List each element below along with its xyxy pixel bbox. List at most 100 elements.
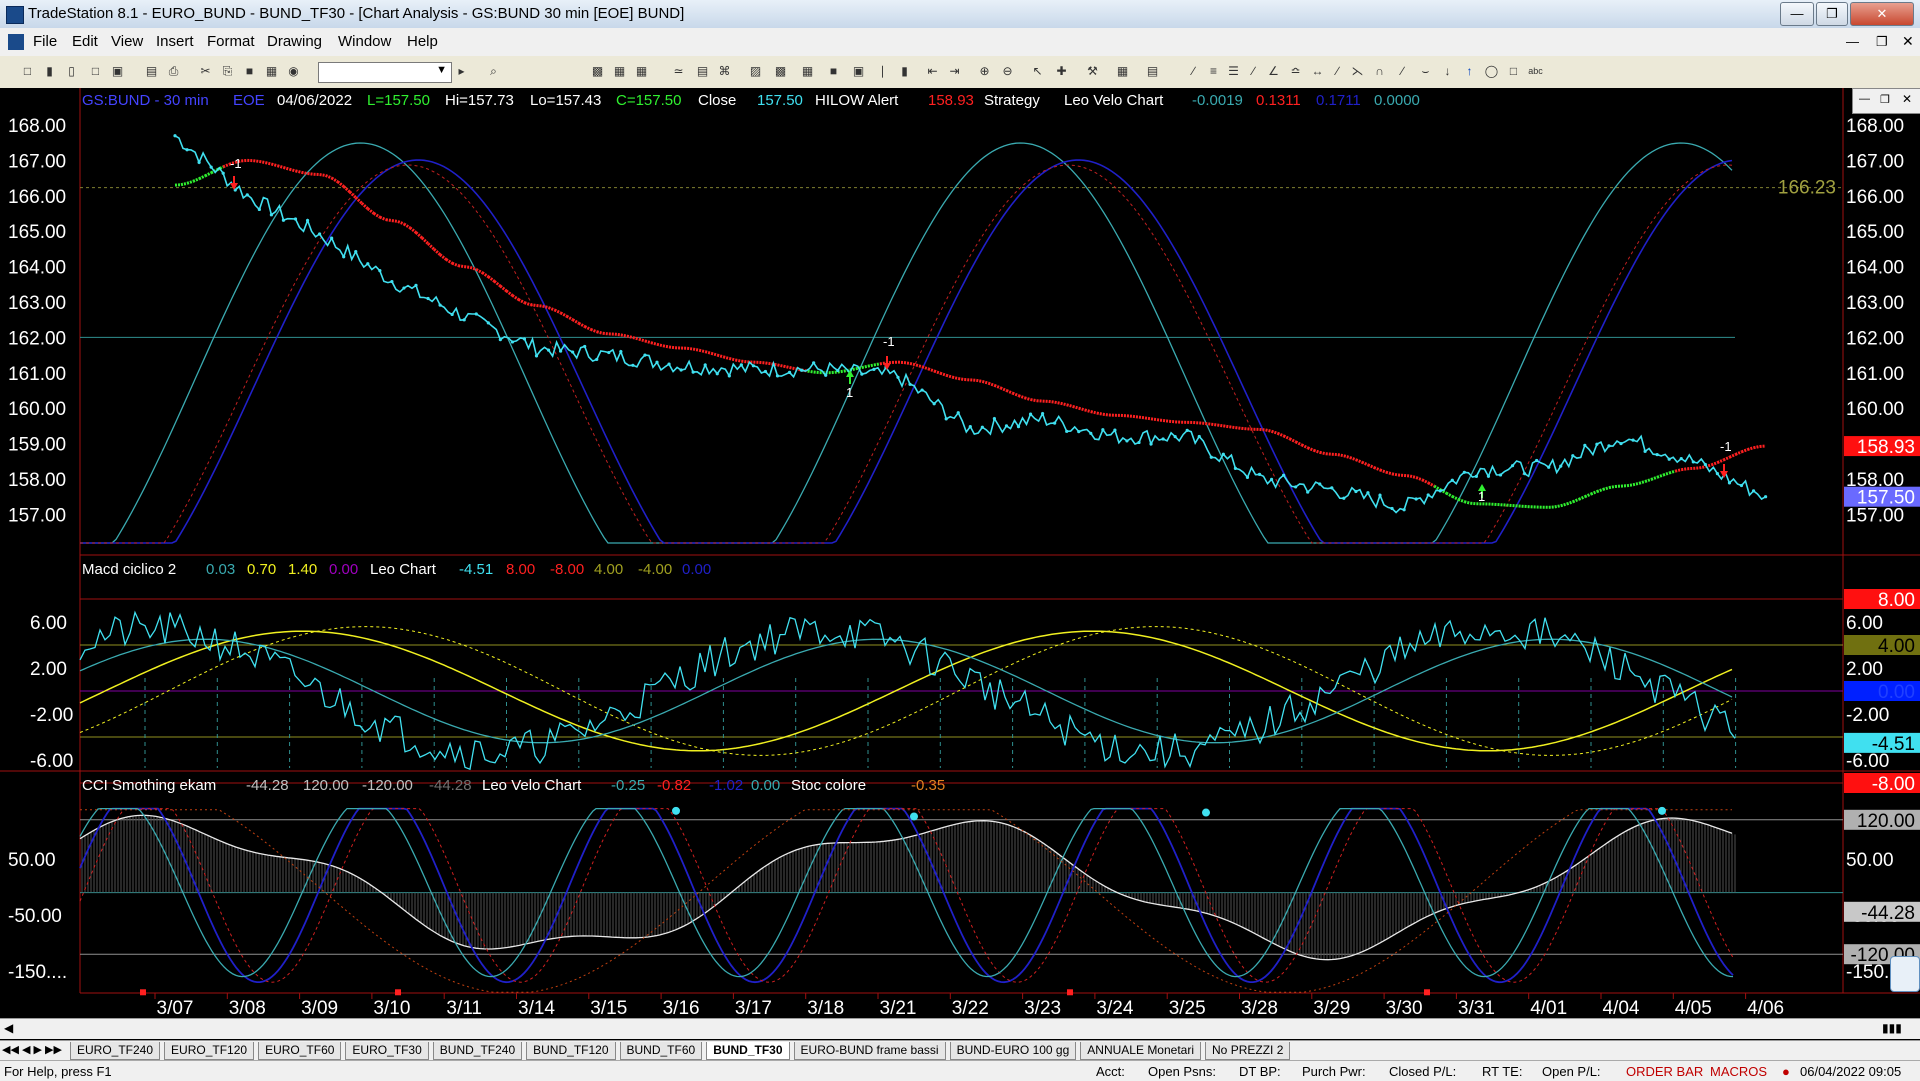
tab-bund-euro-100-gg[interactable]: BUND-EURO 100 gg — [950, 1042, 1077, 1060]
zoom-out-icon[interactable]: ⊖ — [1000, 64, 1015, 79]
zoom-in-icon[interactable]: ⊕ — [977, 64, 992, 79]
globe-icon[interactable]: ◉ — [286, 64, 301, 79]
trendline-icon[interactable]: ∕ — [1186, 64, 1201, 79]
tab-bund-tf240[interactable]: BUND_TF240 — [433, 1042, 522, 1060]
fib-icon[interactable]: ☰ — [1226, 64, 1241, 79]
ellipse-icon[interactable]: ◯ — [1484, 64, 1499, 79]
menu-format[interactable]: Format — [207, 33, 255, 50]
matrix-icon[interactable]: ▦ — [634, 64, 649, 79]
lock-icon[interactable]: ■ — [242, 64, 257, 79]
print-icon[interactable]: ⎙ — [166, 64, 181, 79]
tab-bund-tf60[interactable]: BUND_TF60 — [620, 1042, 703, 1060]
scanner-icon[interactable]: ≃ — [671, 64, 686, 79]
tab-euro-tf120[interactable]: EURO_TF120 — [164, 1042, 254, 1060]
menu-file[interactable]: File — [33, 33, 57, 50]
chart-canvas[interactable]: -11-11-1 168.00167.00166.00165.00164.001… — [0, 88, 1920, 1040]
insert-study-icon[interactable]: ▦ — [1115, 64, 1130, 79]
tab-euro-tf30[interactable]: EURO_TF30 — [345, 1042, 428, 1060]
chart-analysis-icon[interactable]: ▩ — [590, 64, 605, 79]
scroll-left-icon[interactable]: ⇤ — [925, 64, 940, 79]
price-point — [969, 425, 972, 428]
macros-button[interactable]: MACROS — [1710, 1064, 1767, 1079]
cut-icon[interactable]: ✂ — [198, 64, 213, 79]
tab-annuale-monetari[interactable]: ANNUALE Monetari — [1080, 1042, 1201, 1060]
symbol-dropdown[interactable]: ▼ — [318, 62, 452, 83]
hilow-segment-green — [205, 173, 211, 176]
order-bar-button[interactable]: ORDER BAR — [1626, 1064, 1703, 1079]
cycle-icon[interactable]: ∩ — [1372, 64, 1387, 79]
mdi-close-icon[interactable]: ✕ — [1902, 33, 1914, 50]
horizontal-scrollbar[interactable]: ◀ ▮▮▮ — [0, 1018, 1920, 1039]
regression-icon[interactable]: ≏ — [1288, 64, 1303, 79]
tab-bund-tf30[interactable]: BUND_TF30 — [706, 1042, 789, 1060]
close-button[interactable]: ✕ — [1850, 2, 1914, 26]
price-point — [499, 338, 502, 341]
tab-no-prezzi-2[interactable]: No PREZZI 2 — [1205, 1042, 1290, 1060]
gann-icon[interactable]: ∠ — [1266, 64, 1281, 79]
options-icon[interactable]: ⌘ — [717, 64, 732, 79]
chart-window-icon[interactable] — [8, 34, 24, 50]
angle-icon[interactable]: ∕ — [1330, 64, 1345, 79]
scroll-left-arrow-icon[interactable]: ◀ — [4, 1021, 13, 1035]
arrow-down-icon[interactable]: ↓ — [1440, 64, 1455, 79]
format-icon[interactable]: ▤ — [1145, 64, 1160, 79]
crosshair-icon[interactable]: ✚ — [1054, 64, 1069, 79]
tab-bund-tf120[interactable]: BUND_TF120 — [526, 1042, 615, 1060]
scroll-right-icon[interactable]: ⇥ — [947, 64, 962, 79]
pointer-icon[interactable]: ↖ — [1030, 64, 1045, 79]
inner-close-icon[interactable]: ✕ — [1902, 92, 1912, 106]
tab-nav-icon[interactable]: ◀◀ ◀ ▶ ▶▶ — [2, 1043, 62, 1056]
speed-lines-icon[interactable]: ⋋ — [1350, 64, 1365, 79]
inner-restore-icon[interactable]: ❐ — [1880, 93, 1890, 106]
tab-euro-tf60[interactable]: EURO_TF60 — [258, 1042, 341, 1060]
mdi-minimize-icon[interactable]: — — [1846, 34, 1859, 49]
chart-window[interactable]: -11-11-1 168.00167.00166.00165.00164.001… — [0, 88, 1920, 1040]
menu-window[interactable]: Window — [338, 33, 391, 50]
open-icon[interactable]: ▮ — [42, 64, 57, 79]
curve-icon[interactable]: ⌣ — [1418, 64, 1433, 79]
minimize-button[interactable]: — — [1780, 2, 1814, 26]
save-icon[interactable]: ▣ — [110, 64, 125, 79]
hilow-segment-red — [1073, 406, 1079, 408]
hotlist-icon[interactable]: ▤ — [695, 64, 710, 79]
print-preview-icon[interactable]: ▤ — [144, 64, 159, 79]
menu-drawing[interactable]: Drawing — [267, 33, 322, 50]
maximize-button[interactable]: ❐ — [1816, 2, 1848, 26]
tab-euro-bund-frame-bassi[interactable]: EURO-BUND frame bassi — [794, 1042, 946, 1060]
horizontal-icon[interactable]: ↔ — [1310, 64, 1325, 79]
chevron-right-icon[interactable]: ▸ — [454, 64, 469, 79]
copy-icon[interactable]: ⎘ — [220, 64, 235, 79]
bar-chart-icon[interactable]: ∣ — [875, 64, 890, 79]
inner-minimize-icon[interactable]: — — [1859, 93, 1870, 105]
new-icon[interactable]: □ — [20, 64, 35, 79]
text-icon[interactable]: abc — [1528, 64, 1543, 79]
hlines-icon[interactable]: ≡ — [1206, 64, 1221, 79]
zoom-icon[interactable]: ⌕ — [486, 64, 501, 79]
menu-view[interactable]: View — [111, 33, 143, 50]
arrow-up-icon[interactable]: ↑ — [1462, 64, 1477, 79]
orders-icon[interactable]: ▦ — [800, 64, 815, 79]
menu-help[interactable]: Help — [407, 33, 438, 50]
mdi-restore-icon[interactable]: ❐ — [1876, 34, 1888, 50]
price-point — [1282, 474, 1285, 477]
pen-icon[interactable]: ∕ — [1395, 64, 1410, 79]
alerts-icon[interactable]: ▩ — [773, 64, 788, 79]
menu-edit[interactable]: Edit — [72, 33, 98, 50]
tools-icon[interactable]: ⚒ — [1085, 64, 1100, 79]
hilow-segment-red — [1133, 416, 1139, 417]
paste-icon[interactable]: ▦ — [264, 64, 279, 79]
candle-icon[interactable]: ▮ — [897, 64, 912, 79]
positions-icon[interactable]: ■ — [826, 64, 841, 79]
rectangle-icon[interactable]: □ — [1506, 64, 1521, 79]
channel-icon[interactable]: ∕ — [1246, 64, 1261, 79]
scroll-thumb-icon[interactable]: ▮▮▮ — [1882, 1021, 1902, 1035]
side-panel-toggle-icon[interactable] — [1890, 956, 1920, 992]
balances-icon[interactable]: ▣ — [851, 64, 866, 79]
open-workspace-icon[interactable]: ▯ — [64, 64, 79, 79]
hilow-segment-red — [1205, 423, 1211, 424]
menu-insert[interactable]: Insert — [156, 33, 194, 50]
radar-icon[interactable]: ▦ — [612, 64, 627, 79]
news-icon[interactable]: ▨ — [748, 64, 763, 79]
new-workspace-icon[interactable]: □ — [88, 64, 103, 79]
tab-euro-tf240[interactable]: EURO_TF240 — [70, 1042, 160, 1060]
